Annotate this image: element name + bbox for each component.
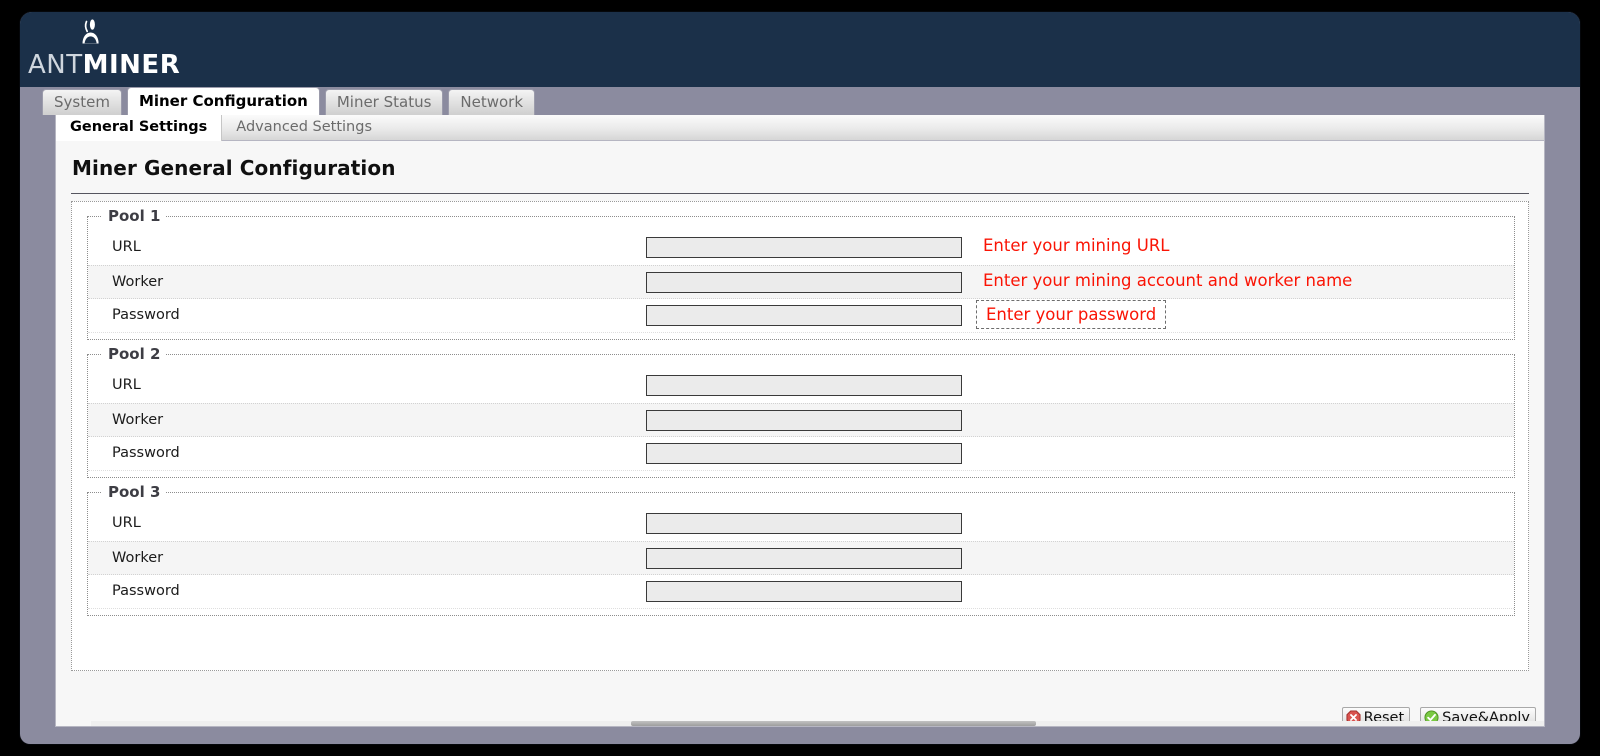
content-panel: General Settings Advanced Settings Miner … [55,115,1545,727]
form-row-label: URL [112,515,141,531]
page-body: Miner General Configuration Pool 1 URL Ent… [56,141,1544,726]
tab-label: Miner Status [336,93,432,111]
pool-legend: Pool 2 [102,345,167,363]
tab-label: Miner Configuration [138,92,308,110]
subtab-label: Advanced Settings [236,119,373,135]
brand-name-light: ANT [28,50,83,80]
field-hint-annotation: Enter your mining account and worker nam… [983,271,1353,290]
tab-miner-status[interactable]: Miner Status [324,89,444,115]
url-input[interactable] [646,513,962,534]
form-row: Password [88,437,1514,471]
form-row: Password Enter your password [88,299,1514,333]
brand-header: ANTMINER [20,12,1580,87]
field-hint-annotation: Enter your password [976,300,1167,329]
subtab-general-settings[interactable]: General Settings [56,115,223,142]
pool-rows: URL Worker Password [88,355,1514,477]
pool-fieldset: Pool 1 URL Enter your mining URL Worker Ente… [87,207,1515,340]
page-title: Miner General Configuration [72,156,396,180]
tab-label: System [54,93,110,111]
form-row-label: Worker [112,550,164,566]
form-row: Worker Enter your mining account and work… [88,265,1514,299]
ant-icon [82,19,99,44]
form-row: Worker [88,403,1514,437]
password-input[interactable] [646,305,962,326]
pool-legend: Pool 3 [102,483,167,501]
password-input[interactable] [646,581,962,602]
tab-label: Network [460,93,524,111]
secondary-tabstrip: General Settings Advanced Settings [56,115,1544,142]
form-row-label: Worker [112,274,164,290]
field-hint-annotation: Enter your mining URL [983,236,1170,255]
primary-tabstrip: System Miner Configuration Miner Status Net… [20,87,1580,115]
subtab-advanced-settings[interactable]: Advanced Settings [222,115,386,141]
form-row-label: Password [112,583,180,599]
form-row: URL [88,507,1514,541]
password-input[interactable] [646,443,962,464]
subtab-label: General Settings [70,119,208,135]
antminer-logo: ANTMINER [26,18,180,82]
form-row-label: URL [112,239,141,255]
tab-miner-configuration[interactable]: Miner Configuration [126,87,320,115]
worker-input[interactable] [646,410,962,431]
pool-rows: URL Enter your mining URL Worker Enter your… [88,217,1514,339]
url-input[interactable] [646,375,962,396]
worker-input[interactable] [646,548,962,569]
form-row: Worker [88,541,1514,575]
tab-system[interactable]: System [42,89,122,115]
pools-container: Pool 1 URL Enter your mining URL Worker Ente… [71,201,1529,671]
form-row: URL Enter your mining URL [88,231,1514,265]
form-row-label: Password [112,445,180,461]
form-row-label: Worker [112,412,164,428]
pool-fieldset: Pool 2 URL Worker Password [87,345,1515,478]
form-row-label: Password [112,307,180,323]
browser-window-frame: ANTMINER System Miner Configuration Miner … [20,12,1580,744]
tab-network[interactable]: Network [448,89,536,115]
horizontal-scrollbar-thumb[interactable] [631,721,1036,726]
form-row: URL [88,369,1514,403]
url-input[interactable] [646,237,962,258]
form-row: Password [88,575,1514,609]
horizontal-scrollbar-track[interactable] [91,721,1544,726]
antminer-wordmark: ANTMINER [28,50,180,80]
pool-legend: Pool 1 [102,207,167,225]
title-divider [71,193,1529,194]
pool-rows: URL Worker Password [88,493,1514,615]
pool-fieldset: Pool 3 URL Worker Password [87,483,1515,616]
brand-name-bold: MINER [82,50,181,80]
form-row-label: URL [112,377,141,393]
worker-input[interactable] [646,272,962,293]
